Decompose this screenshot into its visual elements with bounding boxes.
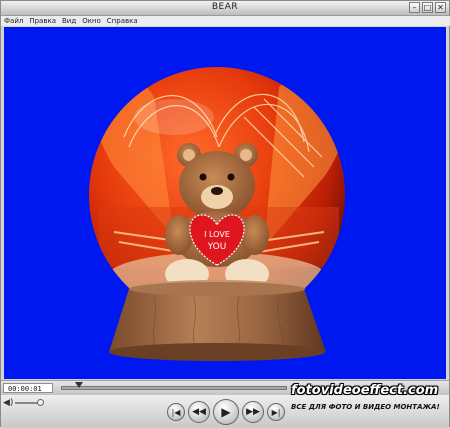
menu-help[interactable]: Справка (107, 16, 138, 26)
fast-forward-icon: ▶▶ (246, 407, 260, 417)
maximize-button[interactable]: □ (422, 2, 433, 13)
snow-globe-scene: I LOVE YOU (89, 67, 345, 361)
rewind-icon: ◀◀ (192, 407, 206, 417)
player-window: BEAR – □ ✕ Файл Правка Вид Окно Справка (0, 0, 450, 428)
rewind-button[interactable]: ◀◀ (188, 401, 210, 423)
play-icon: ▶ (221, 405, 231, 419)
fast-forward-button[interactable]: ▶▶ (242, 401, 264, 423)
window-controls: – □ ✕ (409, 2, 446, 13)
skip-to-end-button[interactable]: ▶| (267, 403, 285, 421)
minimize-button[interactable]: – (409, 2, 420, 13)
watermark-brand: fotovideoeffect.com (291, 383, 439, 398)
menu-edit[interactable]: Правка (29, 16, 56, 26)
speaker-icon: ◀) (3, 398, 14, 408)
menu-view[interactable]: Вид (62, 16, 76, 26)
skip-back-icon: |◀ (171, 407, 181, 417)
time-display: 00:00:01 (3, 383, 53, 393)
skip-forward-icon: ▶| (271, 407, 281, 417)
video-area[interactable]: I LOVE YOU (4, 27, 446, 379)
title-bar[interactable]: BEAR – □ ✕ (1, 1, 449, 16)
menu-bar: Файл Правка Вид Окно Справка (1, 16, 450, 26)
seek-track[interactable] (61, 386, 287, 390)
globe-base (109, 280, 326, 361)
menu-window[interactable]: Окно (82, 16, 101, 26)
heart-text-line2: YOU (207, 242, 227, 252)
close-button[interactable]: ✕ (435, 2, 446, 13)
heart-text-line1: I LOVE (204, 230, 230, 239)
controls-bar: ◀) |◀ ◀◀ ▶ ▶▶ ▶| fotovideoeffect.com ВСЕ… (1, 383, 449, 428)
menu-file[interactable]: Файл (4, 16, 23, 26)
skip-to-start-button[interactable]: |◀ (167, 403, 185, 421)
window-title: BEAR (211, 2, 239, 12)
watermark-tagline: ВСЕ ДЛЯ ФОТО И ВИДЕО МОНТАЖА! (291, 403, 440, 411)
playhead[interactable] (75, 382, 84, 388)
volume-knob[interactable] (37, 399, 44, 406)
play-button[interactable]: ▶ (213, 399, 239, 425)
